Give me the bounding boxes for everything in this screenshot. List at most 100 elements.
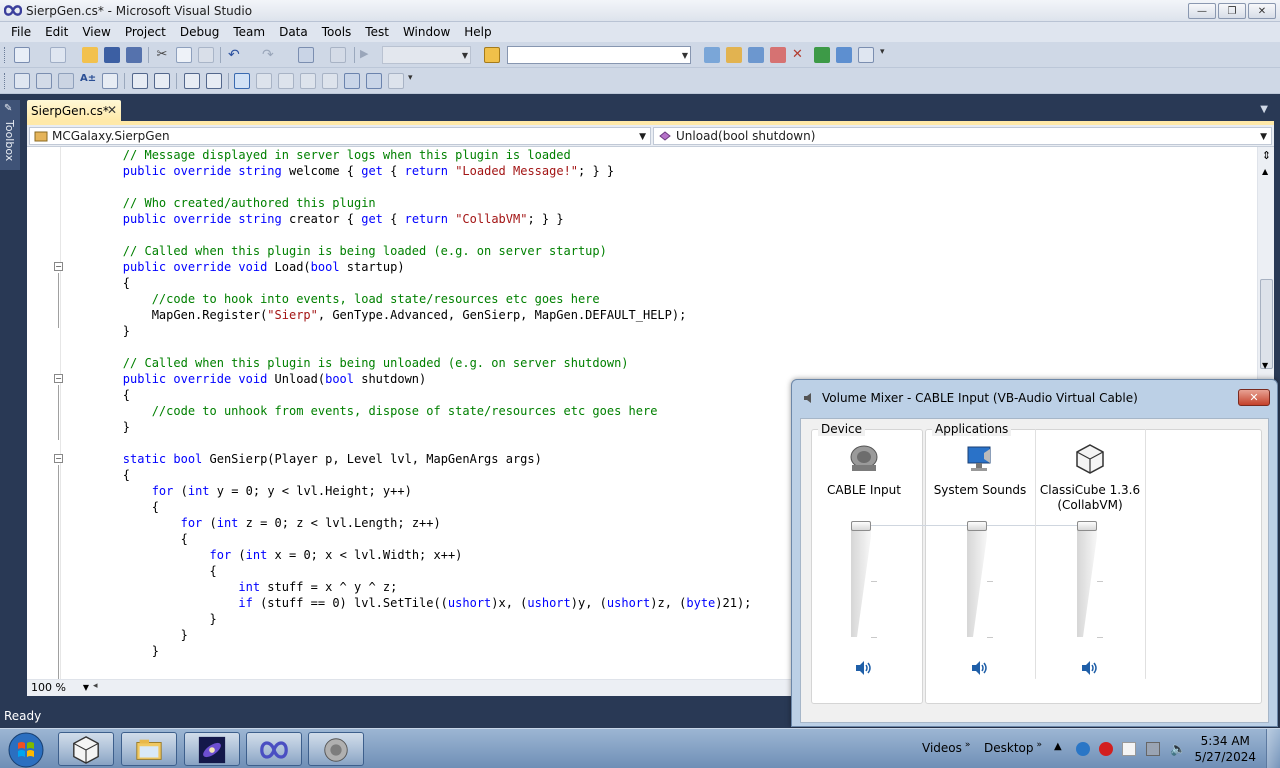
code-line[interactable]: static bool GenSierp(Player p, Level lvl…	[65, 451, 751, 467]
clock[interactable]: 5:34 AM 5/27/2024	[1194, 733, 1256, 765]
show-desktop-button[interactable]	[1266, 729, 1280, 768]
cable-input-volume-slider[interactable]	[851, 525, 877, 638]
menu-debug[interactable]: Debug	[173, 25, 226, 39]
code-line[interactable]: {	[65, 467, 751, 483]
quick-info-icon[interactable]	[58, 73, 74, 89]
command-window-icon[interactable]	[858, 47, 874, 63]
code-line[interactable]	[65, 227, 751, 243]
code-line[interactable]: for (int z = 0; z < lvl.Length; z++)	[65, 515, 751, 531]
code-line[interactable]: // Called when this plugin is being unlo…	[65, 355, 751, 371]
code-line[interactable]: public override void Load(bool startup)	[65, 259, 751, 275]
scroll-down-icon[interactable]: ▼	[1262, 361, 1268, 370]
toolbar-overflow-icon[interactable]: ▾	[880, 47, 896, 63]
comment-lines-icon[interactable]	[184, 73, 200, 89]
menu-project[interactable]: Project	[118, 25, 173, 39]
show-hidden-icons-icon[interactable]: ▲	[1054, 741, 1062, 752]
menu-test[interactable]: Test	[358, 25, 396, 39]
collapse-gensierp-icon[interactable]: −	[54, 454, 63, 463]
start-page-icon[interactable]	[814, 47, 830, 63]
menu-window[interactable]: Window	[396, 25, 457, 39]
action-center-icon[interactable]	[1122, 742, 1136, 756]
indent-icon[interactable]	[102, 73, 118, 89]
code-text[interactable]: // Message displayed in server logs when…	[65, 147, 752, 659]
classicube-mute-icon[interactable]	[1080, 660, 1098, 676]
members-combo[interactable]: Unload(bool shutdown) ▼	[653, 127, 1272, 145]
system-sounds-slider-thumb[interactable]	[967, 521, 987, 531]
taskbar-volume-mixer[interactable]	[308, 732, 364, 766]
display-object-member-list-icon[interactable]	[14, 73, 30, 89]
previous-bookmark-folder-icon[interactable]	[300, 73, 316, 89]
taskbar-media[interactable]	[184, 732, 240, 766]
add-item-icon[interactable]	[50, 47, 66, 63]
code-line[interactable]: {	[65, 387, 751, 403]
menu-help[interactable]: Help	[457, 25, 498, 39]
toggle-bookmark-icon[interactable]	[234, 73, 250, 89]
code-line[interactable]: //code to hook into events, load state/r…	[65, 291, 751, 307]
taskbar-visual-studio[interactable]	[246, 732, 302, 766]
code-line[interactable]	[65, 179, 751, 195]
code-line[interactable]: // Called when this plugin is being load…	[65, 243, 751, 259]
code-line[interactable]: int stuff = x ^ y ^ z;	[65, 579, 751, 595]
toolbar-grip[interactable]	[4, 47, 7, 63]
tools-icon[interactable]: ✕	[792, 47, 808, 63]
cut-icon[interactable]: ✂	[154, 47, 170, 63]
new-project-icon[interactable]	[14, 47, 30, 63]
mixer-close-button[interactable]: ✕	[1238, 389, 1270, 406]
code-line[interactable]: }	[65, 643, 751, 659]
paste-icon[interactable]	[198, 47, 214, 63]
clear-bookmarks-icon[interactable]	[388, 73, 404, 89]
navigate-backward-icon[interactable]	[298, 47, 314, 63]
previous-bookmark-document-icon[interactable]	[344, 73, 360, 89]
pin-icon[interactable]: ✎	[4, 103, 16, 115]
system-sounds-volume-slider[interactable]	[967, 525, 993, 638]
start-debugging-icon[interactable]: ▶	[360, 47, 376, 63]
code-line[interactable]: {	[65, 563, 751, 579]
menu-file[interactable]: File	[4, 25, 38, 39]
code-line[interactable]: if (stuff == 0) lvl.SetTile((ushort)x, (…	[65, 595, 751, 611]
code-line[interactable]: MapGen.Register("Sierp", GenType.Advance…	[65, 307, 751, 323]
menu-edit[interactable]: Edit	[38, 25, 75, 39]
menu-team[interactable]: Team	[226, 25, 272, 39]
uncomment-lines-icon[interactable]	[206, 73, 222, 89]
menu-data[interactable]: Data	[272, 25, 315, 39]
code-line[interactable]: }	[65, 627, 751, 643]
code-line[interactable]: {	[65, 499, 751, 515]
toolbox-window-icon[interactable]	[770, 47, 786, 63]
zoom-combo[interactable]: 100 % ▼	[29, 681, 91, 696]
properties-icon[interactable]	[726, 47, 742, 63]
collapse-unload-icon[interactable]: −	[54, 374, 63, 383]
object-browser-icon[interactable]	[748, 47, 764, 63]
next-bookmark-document-icon[interactable]	[366, 73, 382, 89]
editor-splitter-icon[interactable]: ⇕	[1260, 149, 1273, 163]
volume-tray-icon[interactable]: 🔈	[1170, 742, 1186, 757]
navigate-forward-icon[interactable]	[330, 47, 346, 63]
code-line[interactable]: }	[65, 611, 751, 627]
code-line[interactable]: {	[65, 531, 751, 547]
solution-configuration-combo[interactable]: ▼	[382, 46, 471, 64]
save-all-icon[interactable]	[126, 47, 142, 63]
parameter-info-icon[interactable]	[36, 73, 52, 89]
types-combo[interactable]: MCGalaxy.SierpGen ▼	[29, 127, 651, 145]
code-line[interactable]: for (int x = 0; x < lvl.Width; x++)	[65, 547, 751, 563]
menu-view[interactable]: View	[75, 25, 117, 39]
maximize-button[interactable]: ❐	[1218, 3, 1246, 19]
code-line[interactable]: //code to unhook from events, dispose of…	[65, 403, 751, 419]
undo-icon[interactable]: ↶	[228, 47, 244, 63]
collapse-load-icon[interactable]: −	[54, 262, 63, 271]
code-line[interactable]	[65, 435, 751, 451]
code-line[interactable]: // Message displayed in server logs when…	[65, 147, 751, 163]
open-file-icon[interactable]	[82, 47, 98, 63]
close-button[interactable]: ✕	[1248, 3, 1276, 19]
toolbar-grip-2[interactable]	[4, 73, 7, 89]
save-icon[interactable]	[104, 47, 120, 63]
cable-input-slider-thumb[interactable]	[851, 521, 871, 531]
cable-input-mute-icon[interactable]	[854, 660, 872, 676]
toolbar-overflow-icon-2[interactable]: ▾	[408, 73, 424, 89]
taskbar-classicube[interactable]	[58, 732, 114, 766]
find-combo[interactable]: ▼	[507, 46, 691, 64]
minimize-button[interactable]: —	[1188, 3, 1216, 19]
copy-icon[interactable]	[176, 47, 192, 63]
classicube-volume-slider[interactable]	[1077, 525, 1103, 638]
toolbar-videos[interactable]: Videos»	[922, 740, 970, 755]
recording-tray-icon[interactable]	[1099, 742, 1113, 756]
